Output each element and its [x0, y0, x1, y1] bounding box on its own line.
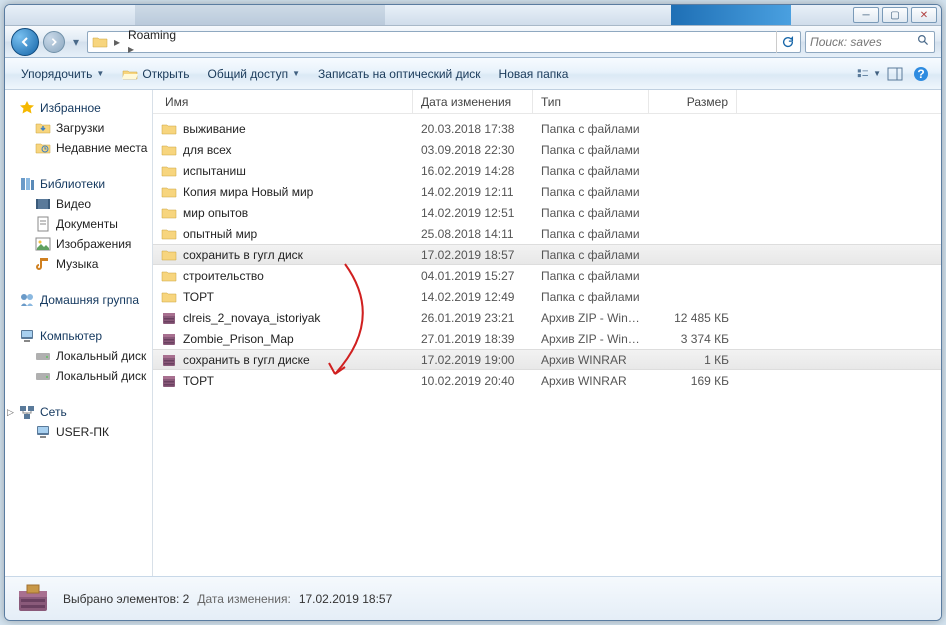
file-row[interactable]: для всех03.09.2018 22:30Папка с файлами [153, 139, 941, 160]
open-icon [122, 66, 138, 82]
recent-icon [35, 140, 51, 156]
sidebar-header[interactable]: Избранное [5, 98, 152, 118]
file-row[interactable]: строительство04.01.2019 15:27Папка с фай… [153, 265, 941, 286]
sidebar-header[interactable]: Домашняя группа [5, 290, 152, 310]
sidebar-item[interactable]: USER-ПК [5, 422, 152, 442]
status-date-label: Дата изменения: [197, 592, 291, 606]
folder-icon [92, 34, 108, 50]
help-button[interactable]: ? [909, 62, 933, 86]
sidebar-item[interactable]: Изображения [5, 234, 152, 254]
column-size[interactable]: Размер [649, 90, 737, 113]
sidebar-item[interactable]: Недавние места [5, 138, 152, 158]
winrar-icon [15, 581, 51, 617]
status-date-value: 17.02.2019 18:57 [299, 592, 392, 606]
open-button[interactable]: Открыть [114, 62, 197, 86]
zip-icon [161, 331, 177, 347]
file-row[interactable]: ТОРТ14.02.2019 12:49Папка с файлами [153, 286, 941, 307]
sidebar: ИзбранноеЗагрузкиНедавние места Библиоте… [5, 90, 153, 576]
breadcrumb-item[interactable]: Roaming [124, 28, 185, 42]
chevron-right-icon[interactable]: ▸ [124, 42, 138, 56]
search-input[interactable] [810, 35, 915, 49]
column-name[interactable]: Имя [153, 90, 413, 113]
forward-button[interactable] [43, 31, 65, 53]
navbar: ▾ ▸ User▸AppData▸Roaming▸.minecraft▸save… [5, 26, 941, 58]
file-row[interactable]: clreis_2_novaya_istoriyak26.01.2019 23:2… [153, 307, 941, 328]
search-icon[interactable] [917, 34, 930, 50]
zip-icon [161, 352, 177, 368]
titlebar: TLAU ─ ▢ ✕ [5, 5, 941, 26]
video-icon [35, 196, 51, 212]
svg-text:?: ? [917, 67, 924, 81]
column-date[interactable]: Дата изменения [413, 90, 533, 113]
maximize-button[interactable]: ▢ [882, 7, 908, 23]
preview-pane-button[interactable] [883, 62, 907, 86]
lib-icon [19, 176, 35, 192]
back-button[interactable] [11, 28, 39, 56]
sidebar-header[interactable]: Компьютер [5, 326, 152, 346]
background-app-text: TLAU [738, 8, 781, 23]
file-row[interactable]: мир опытов14.02.2019 12:51Папка с файлам… [153, 202, 941, 223]
new-folder-button[interactable]: Новая папка [491, 63, 577, 85]
file-row[interactable]: опытный мир25.08.2018 14:11Папка с файла… [153, 223, 941, 244]
sidebar-item[interactable]: Локальный диск [5, 346, 152, 366]
file-row[interactable]: сохранить в гугл диске17.02.2019 19:00Ар… [153, 349, 941, 370]
file-row[interactable]: испытаниш16.02.2019 14:28Папка с файлами [153, 160, 941, 181]
sidebar-item[interactable]: Локальный диск [5, 366, 152, 386]
pc-icon [35, 424, 51, 440]
column-headers: Имя Дата изменения Тип Размер [153, 90, 941, 114]
chevron-right-icon[interactable]: ▸ [110, 32, 124, 52]
folder-icon [161, 268, 177, 284]
sidebar-header[interactable]: Библиотеки [5, 174, 152, 194]
net-icon [19, 404, 35, 420]
view-options-button[interactable]: ▼ [857, 62, 881, 86]
organize-button[interactable]: Упорядочить ▼ [13, 63, 112, 85]
nav-history-dropdown[interactable]: ▾ [69, 32, 83, 52]
file-row[interactable]: выживание20.03.2018 17:38Папка с файлами [153, 118, 941, 139]
file-row[interactable]: сохранить в гугл диск17.02.2019 18:57Пап… [153, 244, 941, 265]
minimize-button[interactable]: ─ [853, 7, 879, 23]
folder-icon [161, 121, 177, 137]
refresh-button[interactable] [776, 31, 798, 53]
drive-icon [35, 348, 51, 364]
zip-icon [161, 373, 177, 389]
breadcrumb[interactable]: ▸ User▸AppData▸Roaming▸.minecraft▸saves▸ [87, 31, 801, 53]
folder-icon [161, 247, 177, 263]
home-icon [19, 292, 35, 308]
music-icon [35, 256, 51, 272]
file-list: Имя Дата изменения Тип Размер выживание2… [153, 90, 941, 576]
folder-icon [161, 142, 177, 158]
star-icon [19, 100, 35, 116]
folder-icon [161, 205, 177, 221]
folder-icon [161, 184, 177, 200]
share-button[interactable]: Общий доступ ▼ [199, 63, 308, 85]
comp-icon [19, 328, 35, 344]
sidebar-header[interactable]: ▷Сеть [5, 402, 152, 422]
collapse-icon[interactable]: ▷ [7, 407, 14, 418]
dl-icon [35, 120, 51, 136]
file-row[interactable]: ТОРТ10.02.2019 20:40Архив WINRAR169 КБ [153, 370, 941, 391]
file-row[interactable]: Копия мира Новый мир14.02.2019 12:11Папк… [153, 181, 941, 202]
drive-icon [35, 368, 51, 384]
sidebar-item[interactable]: Видео [5, 194, 152, 214]
sidebar-item[interactable]: Документы [5, 214, 152, 234]
sidebar-item[interactable]: Музыка [5, 254, 152, 274]
doc-icon [35, 216, 51, 232]
zip-icon [161, 310, 177, 326]
close-button[interactable]: ✕ [911, 7, 937, 23]
toolbar: Упорядочить ▼ Открыть Общий доступ ▼ Зап… [5, 58, 941, 90]
img-icon [35, 236, 51, 252]
folder-icon [161, 289, 177, 305]
folder-icon [161, 163, 177, 179]
folder-icon [161, 226, 177, 242]
burn-button[interactable]: Записать на оптический диск [310, 63, 489, 85]
search-box[interactable] [805, 31, 935, 53]
statusbar: Выбрано элементов: 2 Дата изменения: 17.… [5, 576, 941, 620]
column-type[interactable]: Тип [533, 90, 649, 113]
status-selected: Выбрано элементов: 2 [63, 592, 189, 606]
file-row[interactable]: Zombie_Prison_Map27.01.2019 18:39Архив Z… [153, 328, 941, 349]
sidebar-item[interactable]: Загрузки [5, 118, 152, 138]
